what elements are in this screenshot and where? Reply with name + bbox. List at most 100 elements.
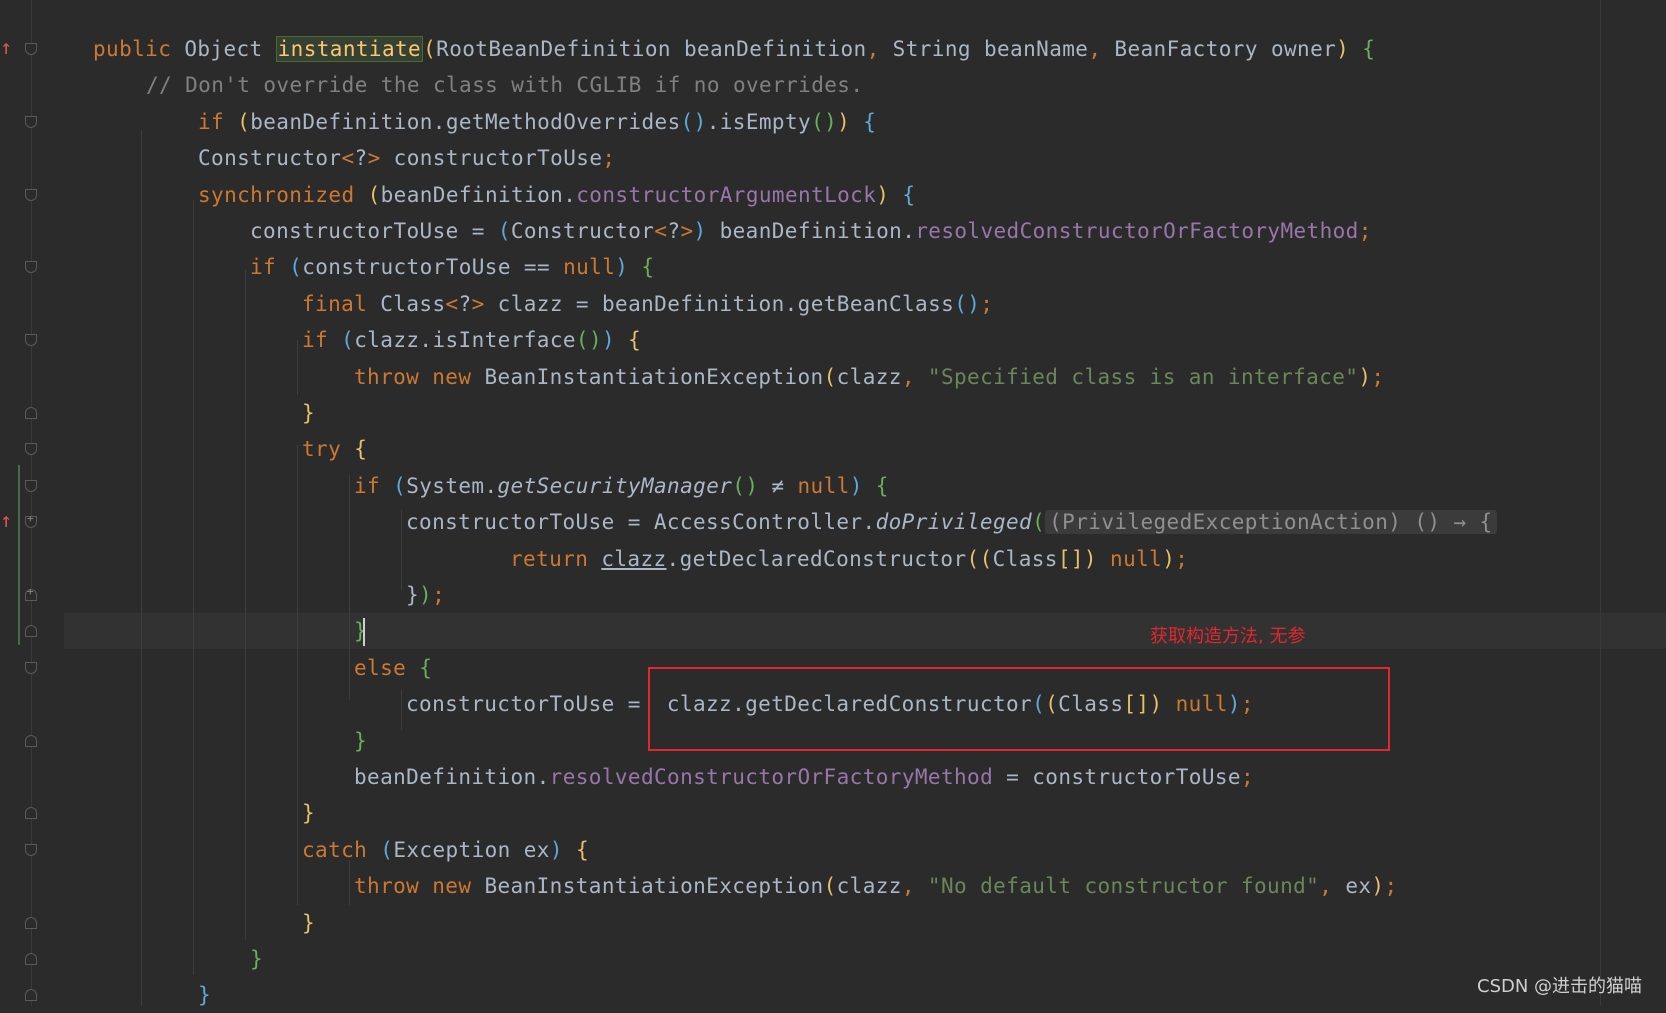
code-line[interactable]: } [302,905,315,941]
code-token: "No default constructor found" [927,874,1320,899]
code-token: ( [380,837,394,862]
code-token: ( [497,219,511,243]
code-token: return [510,546,602,571]
code-token: ≠ [758,473,798,498]
code-line[interactable]: if (beanDefinition.getMethodOverrides().… [198,104,876,140]
code-token: Class [380,291,446,316]
code-token: { [875,473,889,498]
code-token: clazz = beanDefinition.getBeanClass [484,291,955,316]
code-token: { [863,109,877,134]
code-token: public [93,37,185,61]
code-token: , [901,364,928,389]
code-token: < [341,146,355,171]
code-line[interactable]: } [354,613,367,649]
code-line[interactable]: // Don't override the class with CGLIB i… [146,67,863,103]
code-line[interactable]: constructorToUse = AccessController.doPr… [406,504,1497,540]
code-token: ex [1345,874,1372,899]
code-token: ) [1371,874,1385,899]
code-line[interactable]: synchronized (beanDefinition.constructor… [198,177,915,213]
code-token: , [1319,874,1346,899]
code-token: () [954,291,981,316]
code-token: ( [823,364,837,389]
code-token: ; [980,291,994,316]
code-line[interactable]: beanDefinition.resolvedConstructorOrFact… [354,759,1254,795]
code-token: clazz [836,364,902,389]
code-token: () [680,109,707,134]
code-line[interactable]: } [198,977,211,1013]
code-line[interactable]: if (System.getSecurityManager() ≠ null) … [354,468,889,504]
code-token: { [641,255,655,280]
code-token: ; [1371,364,1385,389]
code-token: ( [1032,510,1046,535]
code-line[interactable]: return clazz.getDeclaredConstructor((Cla… [510,541,1188,577]
annotation-highlight-box [648,667,1390,751]
text-caret [363,618,365,646]
code-line[interactable]: throw new BeanInstantiationException(cla… [354,868,1398,904]
code-line[interactable]: if (constructorToUse == null) { [250,249,654,285]
code-token: , [866,37,893,61]
code-editor[interactable]: ↑↑ public Object instantiate(RootBeanDef… [0,0,1666,1007]
code-token: constructorArgumentLock [576,182,877,207]
code-token: () [811,109,838,134]
code-token: } [198,983,212,1008]
code-token: ( [823,874,837,899]
code-token: Class [992,546,1058,571]
code-line[interactable]: }); [406,577,445,613]
code-token: null [797,473,850,498]
code-token: beanDefinition.getMethodOverrides [250,109,681,134]
code-token: (( [966,546,993,571]
code-line[interactable]: } [250,941,263,977]
code-token: ) [837,109,851,134]
code-token: ( [237,109,251,134]
code-token: if [302,328,342,353]
code-token: } [302,801,316,826]
code-token: ) [1162,546,1176,571]
code-line[interactable]: } [302,395,315,431]
code-line[interactable]: final Class<?> clazz = beanDefinition.ge… [302,286,993,322]
code-token: resolvedConstructorOrFactoryMethod [549,765,994,789]
code-token: ? [354,146,368,171]
code-line[interactable]: Constructor<?> constructorToUse; [198,140,615,176]
code-line[interactable]: throw new BeanInstantiationException(cla… [354,359,1384,395]
code-line[interactable]: public Object instantiate(RootBeanDefini… [93,31,1375,67]
code-token: ; [602,146,616,171]
code-token: clazz [601,546,667,571]
code-token: System. [406,473,498,498]
code-token: ? [458,291,472,316]
code-token: { [628,328,642,353]
code-token: { [902,182,916,207]
code-token: try [302,437,355,462]
code-token: BeanFactory owner [1114,37,1337,61]
code-token: null [563,255,616,280]
code-token: throw new [354,874,485,899]
code-line[interactable]: constructorToUse = (Constructor<?>) bean… [250,213,1372,249]
code-line[interactable]: if (clazz.isInterface()) { [302,322,641,358]
code-token: ; [432,583,446,607]
code-token: doPrivileged [875,510,1033,535]
code-token: getSecurityManager [497,473,733,498]
code-token: , [901,874,928,899]
code-line[interactable]: } [354,723,367,759]
code-line[interactable]: else { [354,650,432,686]
code-line[interactable]: catch (Exception ex) { [302,832,589,868]
code-area[interactable]: public Object instantiate(RootBeanDefini… [0,0,1666,1007]
code-token: { [354,437,368,462]
code-line[interactable]: try { [302,431,367,467]
code-token: BeanInstantiationException [484,874,824,899]
code-token: < [445,291,459,316]
code-token: beanDefinition. [706,219,916,243]
code-token: ) [1336,37,1350,61]
code-token: ) [876,182,890,207]
code-token: ) [549,837,563,862]
code-token: ; [1175,546,1189,571]
code-token: constructorToUse == [302,255,564,280]
code-token: ) [419,583,433,607]
code-token: { [1362,37,1376,61]
code-line[interactable]: } [302,795,315,831]
